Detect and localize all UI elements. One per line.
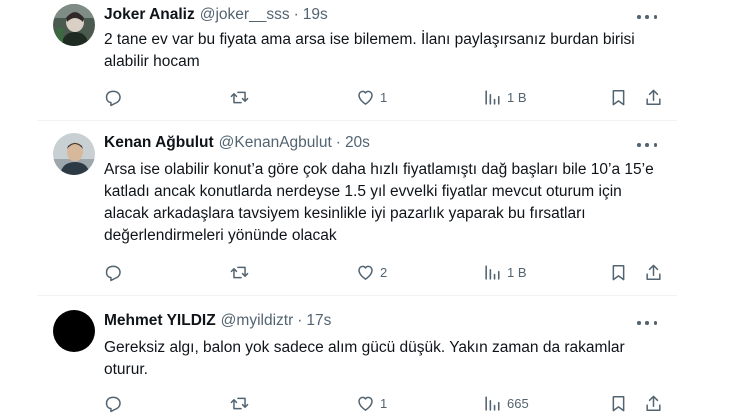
action-bar: 2 1 B bbox=[103, 262, 663, 282]
retweet-button[interactable] bbox=[230, 262, 249, 282]
retweet-icon bbox=[230, 266, 249, 278]
like-count: 1 bbox=[380, 395, 388, 411]
share-icon bbox=[646, 89, 661, 105]
like-count: 1 bbox=[380, 89, 388, 105]
bookmark-button[interactable] bbox=[609, 262, 628, 282]
views-button[interactable]: 1 B bbox=[483, 87, 527, 107]
reply-button[interactable] bbox=[103, 87, 122, 107]
display-name[interactable]: Mehmet YILDIZ bbox=[104, 312, 216, 330]
retweet-icon bbox=[230, 397, 249, 409]
retweet-icon bbox=[230, 91, 249, 103]
heart-icon bbox=[358, 90, 373, 105]
user-handle[interactable]: @myildiztr bbox=[221, 312, 294, 330]
reply-icon bbox=[105, 90, 121, 106]
views-icon bbox=[485, 89, 500, 105]
tweet-text: 2 tane ev var bu fiyata ama arsa ise bil… bbox=[104, 31, 635, 70]
tweet[interactable]: Mehmet YILDIZ @myildiztr · 17s Gereksiz … bbox=[37, 296, 677, 420]
user-handle[interactable]: @joker__sss bbox=[200, 6, 290, 24]
reply-feed: Joker Analiz @joker__sss · 19s 2 tane ev… bbox=[0, 0, 730, 420]
timestamp[interactable]: 20s bbox=[345, 134, 370, 152]
tweet-text: Gereksiz algı, balon yok sadece alım güc… bbox=[104, 339, 625, 378]
reply-button[interactable] bbox=[103, 262, 122, 282]
bookmark-icon bbox=[612, 89, 625, 105]
heart-icon bbox=[358, 265, 373, 280]
tweet-header: Mehmet YILDIZ @myildiztr · 17s bbox=[104, 312, 331, 330]
more-icon[interactable] bbox=[637, 138, 657, 152]
tweet-header: Kenan Ağbulut @KenanAgbulut · 20s bbox=[104, 134, 370, 152]
retweet-button[interactable] bbox=[230, 87, 249, 107]
tweet[interactable]: Kenan Ağbulut @KenanAgbulut · 20s Arsa i… bbox=[37, 121, 677, 296]
views-button[interactable]: 665 bbox=[483, 393, 529, 413]
display-name[interactable]: Joker Analiz bbox=[104, 6, 195, 24]
share-icon bbox=[646, 264, 661, 280]
avatar[interactable] bbox=[53, 4, 95, 46]
view-count: 1 B bbox=[507, 89, 527, 105]
tweet[interactable]: Joker Analiz @joker__sss · 19s 2 tane ev… bbox=[37, 0, 677, 121]
display-name[interactable]: Kenan Ağbulut bbox=[104, 134, 214, 152]
separator: · bbox=[293, 6, 299, 23]
bookmark-icon bbox=[612, 395, 625, 411]
timestamp[interactable]: 19s bbox=[303, 6, 328, 24]
views-button[interactable]: 1 B bbox=[483, 262, 527, 282]
action-bar: 1 1 B bbox=[103, 87, 663, 107]
more-icon[interactable] bbox=[637, 316, 657, 330]
views-icon bbox=[485, 395, 500, 411]
bookmark-button[interactable] bbox=[609, 87, 628, 107]
more-icon[interactable] bbox=[637, 10, 657, 24]
avatar[interactable] bbox=[53, 310, 95, 352]
share-button[interactable] bbox=[644, 87, 663, 107]
share-icon bbox=[646, 395, 661, 411]
like-button[interactable]: 1 bbox=[356, 87, 387, 107]
avatar[interactable] bbox=[53, 133, 95, 175]
views-icon bbox=[485, 264, 500, 280]
action-bar: 1 665 bbox=[103, 393, 663, 413]
reply-icon bbox=[105, 396, 121, 412]
reply-icon bbox=[105, 265, 121, 281]
separator: · bbox=[297, 312, 303, 329]
view-count: 1 B bbox=[507, 264, 527, 280]
bookmark-button[interactable] bbox=[609, 393, 628, 413]
like-button[interactable]: 1 bbox=[356, 393, 387, 413]
tweet-header: Joker Analiz @joker__sss · 19s bbox=[104, 6, 328, 24]
tweet-text: Arsa ise olabilir konut’a göre çok daha … bbox=[104, 161, 654, 244]
reply-button[interactable] bbox=[103, 393, 122, 413]
share-button[interactable] bbox=[644, 393, 663, 413]
view-count: 665 bbox=[507, 395, 529, 411]
bookmark-icon bbox=[612, 264, 625, 280]
user-handle[interactable]: @KenanAgbulut bbox=[219, 134, 332, 152]
share-button[interactable] bbox=[644, 262, 663, 282]
retweet-button[interactable] bbox=[230, 393, 249, 413]
like-button[interactable]: 2 bbox=[356, 262, 387, 282]
separator: · bbox=[335, 134, 341, 151]
heart-icon bbox=[358, 396, 373, 411]
like-count: 2 bbox=[380, 264, 388, 280]
timestamp[interactable]: 17s bbox=[306, 312, 331, 330]
